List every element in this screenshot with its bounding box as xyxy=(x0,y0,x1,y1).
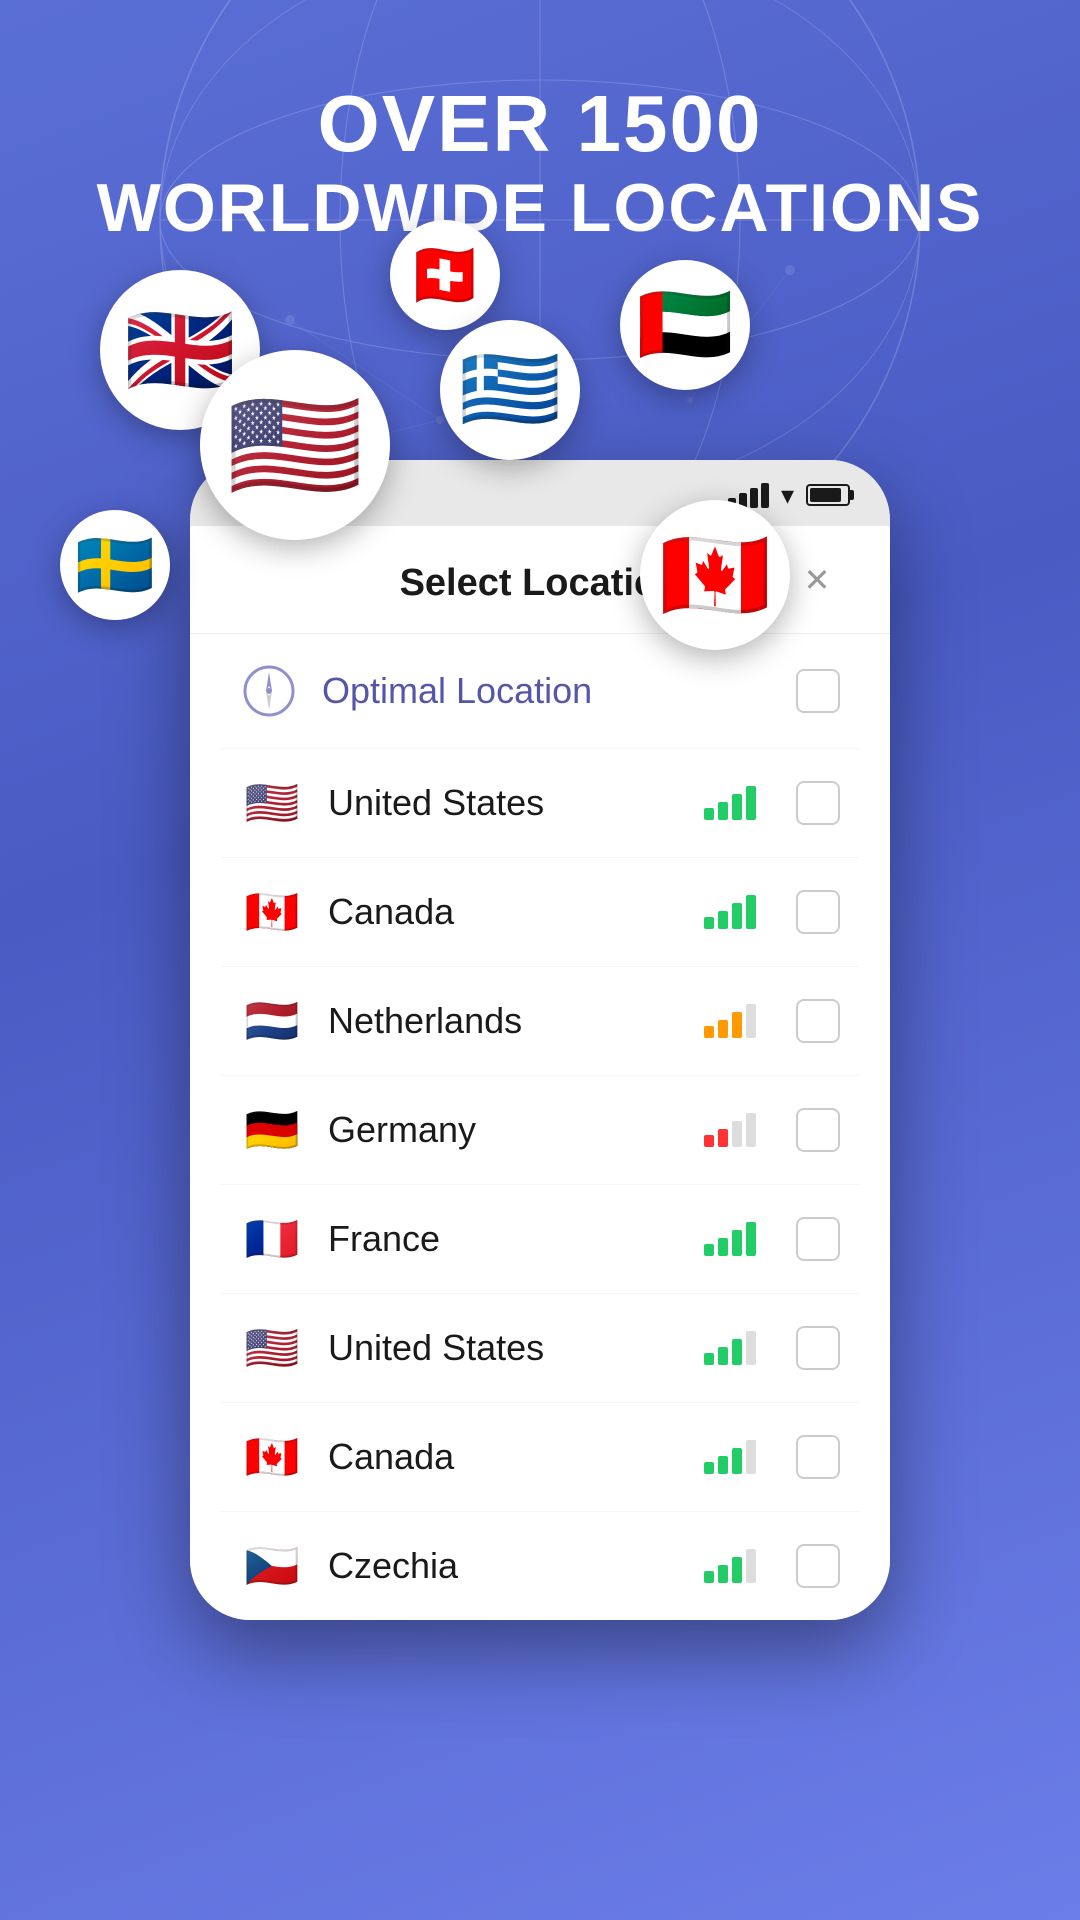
location-name: Canada xyxy=(328,891,680,933)
location-checkbox[interactable] xyxy=(796,999,840,1043)
list-item[interactable]: 🇫🇷 France xyxy=(220,1185,860,1294)
battery-icon xyxy=(806,484,850,506)
signal-icon xyxy=(704,895,756,929)
list-item[interactable]: 🇳🇱 Netherlands xyxy=(220,967,860,1076)
location-name: United States xyxy=(328,1327,680,1369)
flag-se: 🇸🇪 xyxy=(60,510,170,620)
location-checkbox[interactable] xyxy=(796,781,840,825)
list-item[interactable]: 🇩🇪 Germany xyxy=(220,1076,860,1185)
signal-icon xyxy=(704,1331,756,1365)
location-name: Netherlands xyxy=(328,1000,680,1042)
list-item[interactable]: 🇨🇿 Czechia xyxy=(220,1512,860,1620)
location-name: Germany xyxy=(328,1109,680,1151)
location-checkbox[interactable] xyxy=(796,669,840,713)
list-item[interactable]: Optimal Location xyxy=(220,634,860,749)
flag-icon: 🇺🇸 xyxy=(240,777,304,829)
flag-icon: 🇨🇦 xyxy=(240,886,304,938)
wifi-icon: ▾ xyxy=(781,480,794,511)
signal-icon xyxy=(704,1222,756,1256)
header-line1: OVER 1500 xyxy=(0,80,1080,168)
flag-ch: 🇨🇭 xyxy=(390,220,500,330)
location-name: France xyxy=(328,1218,680,1260)
signal-icon xyxy=(704,1440,756,1474)
flag-icon: 🇨🇦 xyxy=(240,1431,304,1483)
modal-title: Select Location xyxy=(400,562,681,605)
flag-ca: 🇨🇦 xyxy=(640,500,790,650)
list-item[interactable]: 🇨🇦 Canada xyxy=(220,1403,860,1512)
header-section: OVER 1500 WORLDWIDE LOCATIONS xyxy=(0,80,1080,250)
signal-icon xyxy=(704,1004,756,1038)
location-checkbox[interactable] xyxy=(796,1435,840,1479)
location-checkbox[interactable] xyxy=(796,1108,840,1152)
compass-icon xyxy=(240,662,298,720)
flag-icon: 🇩🇪 xyxy=(240,1104,304,1156)
flag-icon: 🇺🇸 xyxy=(240,1322,304,1374)
close-button[interactable]: ✕ xyxy=(794,557,840,603)
list-item[interactable]: 🇺🇸 United States xyxy=(220,749,860,858)
signal-icon xyxy=(704,786,756,820)
phone-mockup: 9:41 ▾ Select Location ✕ xyxy=(190,460,890,1620)
location-checkbox[interactable] xyxy=(796,1326,840,1370)
flag-icon: 🇫🇷 xyxy=(240,1213,304,1265)
flag-icon: 🇨🇿 xyxy=(240,1540,304,1592)
flag-ae: 🇦🇪 xyxy=(620,260,750,390)
modal-content: Select Location ✕ Optimal Location xyxy=(190,526,890,1620)
location-checkbox[interactable] xyxy=(796,1544,840,1588)
signal-icon xyxy=(704,1113,756,1147)
location-name: Optimal Location xyxy=(322,670,772,712)
location-checkbox[interactable] xyxy=(796,890,840,934)
location-name: Canada xyxy=(328,1436,680,1478)
flag-icon: 🇳🇱 xyxy=(240,995,304,1047)
location-name: Czechia xyxy=(328,1545,680,1587)
location-list: Optimal Location 🇺🇸 United States 🇨🇦 Can… xyxy=(190,634,890,1620)
signal-icon xyxy=(704,1549,756,1583)
list-item[interactable]: 🇨🇦 Canada xyxy=(220,858,860,967)
list-item[interactable]: 🇺🇸 United States xyxy=(220,1294,860,1403)
flag-gr: 🇬🇷 xyxy=(440,320,580,460)
flag-us: 🇺🇸 xyxy=(200,350,390,540)
location-name: United States xyxy=(328,782,680,824)
location-checkbox[interactable] xyxy=(796,1217,840,1261)
header-line2: WORLDWIDE LOCATIONS xyxy=(0,168,1080,250)
